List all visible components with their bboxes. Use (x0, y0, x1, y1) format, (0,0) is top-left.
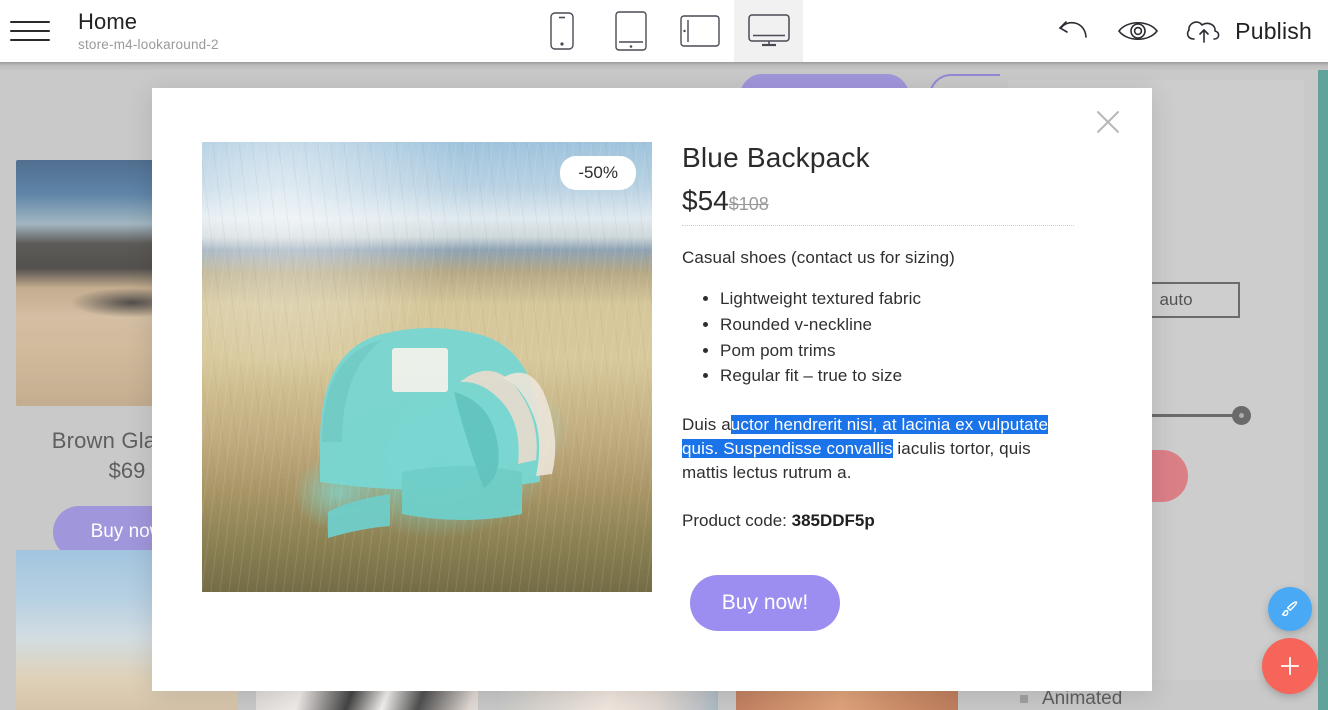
bullet-square-icon (1020, 695, 1028, 703)
app-root: Default sorting Price: low to high Price… (0, 0, 1328, 710)
desktop-icon (747, 14, 790, 47)
preview-button[interactable] (1117, 17, 1159, 45)
hamburger-line (10, 21, 50, 23)
device-tablet-landscape-button[interactable] (665, 0, 734, 62)
slider-handle[interactable] (1232, 406, 1251, 425)
eye-icon (1118, 21, 1159, 41)
list-item: Regular fit – true to size (720, 363, 1118, 389)
list-item: Lightweight textured fabric (720, 286, 1118, 312)
undo-button[interactable] (1055, 16, 1093, 46)
product-card-image (256, 690, 478, 710)
site-info[interactable]: Home store-m4-lookaround-2 (78, 9, 219, 52)
topbar-separator (0, 62, 1328, 70)
animated-label: Animated (1042, 688, 1123, 709)
add-fab-button[interactable] (1262, 638, 1318, 694)
publish-button[interactable]: Publish (1183, 15, 1312, 47)
undo-icon (1058, 21, 1087, 38)
list-item: Rounded v-neckline (720, 312, 1118, 338)
close-icon (1097, 111, 1119, 133)
hamburger-line (10, 30, 50, 32)
modal-buy-now-button[interactable]: Buy now! (690, 574, 840, 631)
backpack-illustration (320, 328, 556, 538)
site-subdomain: store-m4-lookaround-2 (78, 36, 219, 52)
hamburger-line (10, 39, 50, 41)
price-original: $108 (728, 194, 769, 214)
price-row: $54 $108 (682, 185, 1118, 217)
publish-label: Publish (1235, 17, 1312, 44)
tablet-landscape-icon (679, 15, 720, 47)
modal-body: -50% Blue Backpack $54 $108 Casual shoes… (152, 88, 1152, 631)
tablet-portrait-icon (614, 11, 647, 51)
discount-badge: -50% (560, 156, 636, 190)
product-code: Product code: 385DDF5p (682, 511, 1118, 531)
product-card[interactable] (496, 690, 718, 710)
device-mobile-button[interactable] (527, 0, 596, 62)
hamburger-icon[interactable] (10, 16, 54, 46)
page-title: Home (78, 9, 138, 35)
product-card[interactable] (256, 690, 478, 710)
price-divider (682, 225, 1074, 226)
product-lead-text: Casual shoes (contact us for sizing) (682, 248, 955, 267)
paragraph-before: Duis a (682, 415, 731, 435)
topbar-actions: Publish (1055, 0, 1312, 62)
product-code-value: 385DDF5p (791, 510, 875, 530)
device-tablet-button[interactable] (596, 0, 665, 62)
device-desktop-button[interactable] (734, 0, 803, 62)
product-card-image (736, 690, 958, 710)
product-card[interactable] (736, 690, 958, 710)
feature-list: Lightweight textured fabric Rounded v-ne… (682, 286, 1118, 389)
product-title: Blue Backpack (682, 142, 870, 173)
plus-icon (1280, 656, 1300, 676)
product-detail-modal: -50% Blue Backpack $54 $108 Casual shoes… (152, 88, 1152, 691)
product-details: Blue Backpack $54 $108 Casual shoes (con… (652, 142, 1152, 631)
list-item: Pom pom trims (720, 338, 1118, 364)
modal-close-button[interactable] (1086, 100, 1130, 144)
product-image-wrap: -50% (202, 142, 652, 592)
canvas-right-edge (1318, 70, 1328, 710)
mobile-icon (549, 12, 574, 50)
product-card-image (496, 690, 718, 710)
cloud-upload-icon (1187, 21, 1220, 43)
product-paragraph: Duis auctor hendrerit nisi, at lacinia e… (682, 413, 1074, 484)
animated-option[interactable]: Animated (1020, 688, 1122, 710)
editor-topbar: Home store-m4-lookaround-2 Publish (0, 0, 1328, 62)
paintbrush-icon (1281, 601, 1298, 617)
brush-fab-button[interactable] (1268, 587, 1312, 631)
device-switcher (527, 0, 803, 62)
price-current: $54 (682, 185, 729, 216)
product-code-label: Product code: (682, 510, 792, 530)
